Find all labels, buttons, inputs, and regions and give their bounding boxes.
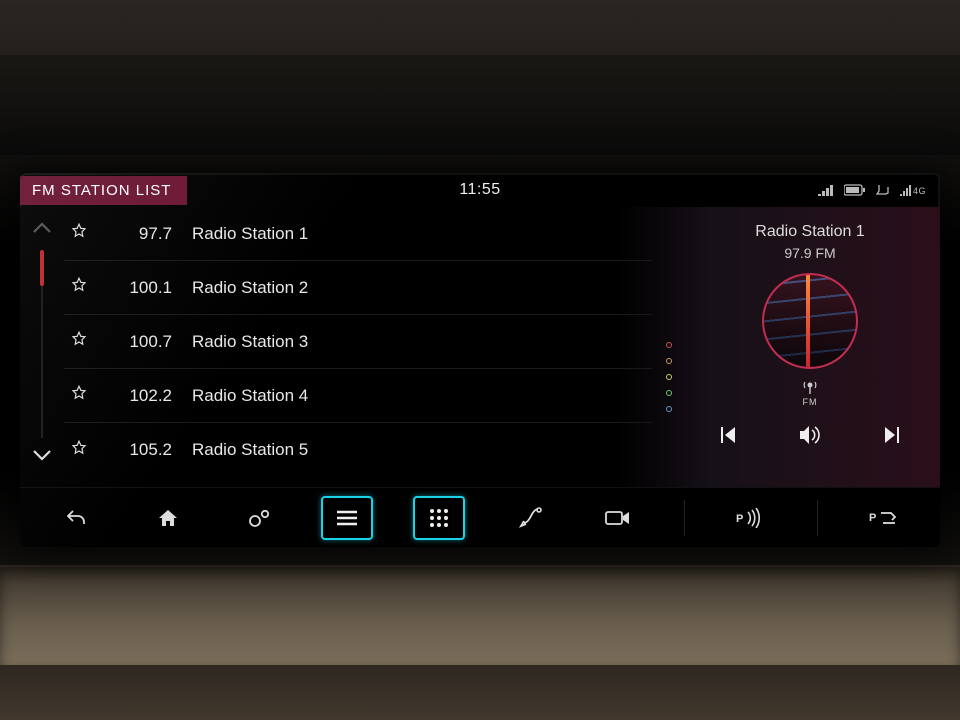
- auto-park-button[interactable]: P: [858, 496, 910, 540]
- station-name: Radio Station 3: [192, 332, 652, 352]
- prev-track-button[interactable]: [709, 421, 747, 454]
- signal-dot: [666, 374, 672, 380]
- status-icons: 4G: [818, 183, 926, 197]
- station-name: Radio Station 4: [192, 386, 652, 406]
- page-title: FM STATION LIST: [20, 176, 187, 205]
- station-list-pane: 97.7 Radio Station 1 100.1 Radio Station…: [20, 207, 658, 487]
- scroll-up-button[interactable]: [32, 221, 52, 240]
- infotainment-screen: FM STATION LIST 11:55 4G: [20, 173, 940, 547]
- now-playing-frequency: 97.9 FM: [784, 245, 835, 261]
- svg-text:P: P: [869, 512, 876, 524]
- favorite-star-icon[interactable]: [70, 276, 92, 299]
- signal-quality-indicator: [658, 207, 680, 487]
- favorite-star-icon[interactable]: [70, 330, 92, 353]
- station-frequency: 97.7: [112, 224, 172, 244]
- list-scroll-column: [20, 207, 64, 487]
- station-row[interactable]: 105.2 Radio Station 5: [64, 423, 652, 477]
- favorite-star-icon[interactable]: [70, 384, 92, 407]
- station-name: Radio Station 1: [192, 224, 652, 244]
- camera-button[interactable]: [592, 496, 644, 540]
- favorite-star-icon[interactable]: [70, 439, 92, 462]
- band-label: FM: [803, 397, 818, 407]
- station-row[interactable]: 100.1 Radio Station 2: [64, 261, 652, 315]
- svg-text:P: P: [736, 513, 743, 525]
- scroll-track[interactable]: [41, 250, 43, 438]
- bottombar-right-group: P P: [592, 496, 910, 540]
- park-assist-sensors-button[interactable]: P: [725, 496, 777, 540]
- signal-dot: [666, 390, 672, 396]
- dashboard-trim-bottom: [0, 565, 960, 665]
- antenna-icon: [801, 379, 819, 395]
- media-source-button[interactable]: [505, 496, 557, 540]
- station-row[interactable]: 102.2 Radio Station 4: [64, 369, 652, 423]
- bottombar-center-group: [321, 496, 557, 540]
- scroll-thumb[interactable]: [40, 250, 44, 286]
- keypad-button[interactable]: [413, 496, 465, 540]
- station-name: Radio Station 5: [192, 440, 652, 460]
- station-frequency: 105.2: [112, 440, 172, 460]
- station-frequency: 102.2: [112, 386, 172, 406]
- bottombar-left-group: [50, 496, 286, 540]
- scroll-down-button[interactable]: [32, 448, 52, 467]
- playback-controls: [688, 419, 932, 456]
- home-button[interactable]: [142, 496, 194, 540]
- separator: [817, 500, 818, 536]
- station-frequency: 100.7: [112, 332, 172, 352]
- band-indicator: FM: [801, 379, 819, 407]
- tuner-dial[interactable]: [762, 273, 858, 369]
- battery-icon: [844, 184, 866, 196]
- station-name: Radio Station 2: [192, 278, 652, 298]
- separator: [684, 500, 685, 536]
- station-frequency: 100.1: [112, 278, 172, 298]
- settings-button[interactable]: [234, 496, 286, 540]
- main-area: 97.7 Radio Station 1 100.1 Radio Station…: [20, 207, 940, 487]
- volume-button[interactable]: [788, 419, 832, 456]
- clock: 11:55: [459, 181, 500, 199]
- list-view-button[interactable]: [321, 496, 373, 540]
- signal-dot: [666, 342, 672, 348]
- network-4g-icon: 4G: [900, 184, 926, 196]
- signal-dot: [666, 358, 672, 364]
- signal-dot: [666, 406, 672, 412]
- station-list: 97.7 Radio Station 1 100.1 Radio Station…: [64, 207, 658, 487]
- status-bar: FM STATION LIST 11:55 4G: [20, 173, 940, 207]
- favorite-star-icon[interactable]: [70, 222, 92, 245]
- back-button[interactable]: [50, 496, 102, 540]
- dashboard-trim-top: [0, 55, 960, 155]
- cell-signal-icon: [818, 184, 834, 196]
- station-row[interactable]: 97.7 Radio Station 1: [64, 207, 652, 261]
- station-row[interactable]: 100.7 Radio Station 3: [64, 315, 652, 369]
- now-playing-name: Radio Station 1: [755, 223, 864, 241]
- now-playing-panel: Radio Station 1 97.9 FM FM: [680, 207, 940, 487]
- seat-icon: [876, 183, 890, 197]
- bottom-bar: P P: [20, 487, 940, 547]
- next-track-button[interactable]: [873, 421, 911, 454]
